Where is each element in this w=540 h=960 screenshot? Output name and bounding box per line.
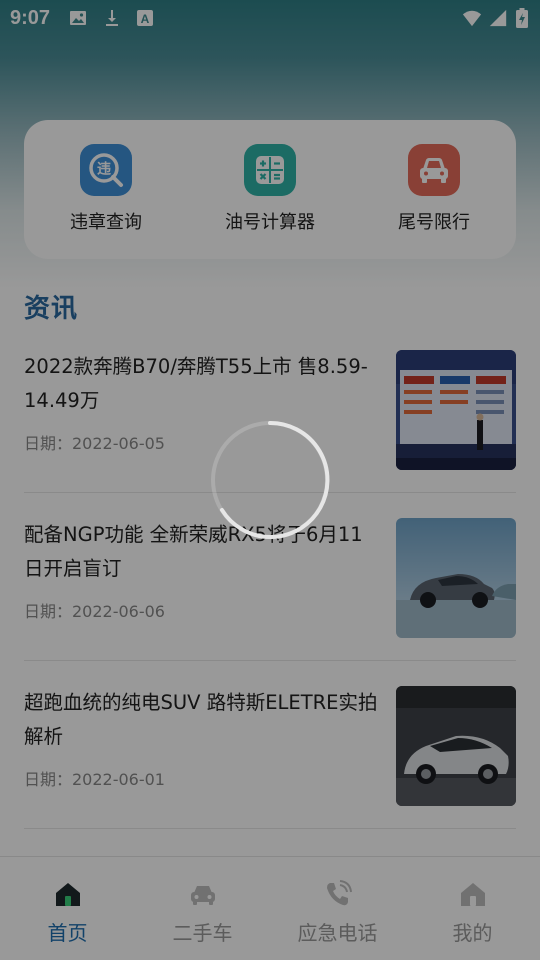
loading-spinner-icon: [211, 420, 330, 539]
home-screen: 9:07 A 违 违章查询 油号计算器 尾号限行 资讯 2022款奔腾B70/奔…: [0, 0, 540, 960]
